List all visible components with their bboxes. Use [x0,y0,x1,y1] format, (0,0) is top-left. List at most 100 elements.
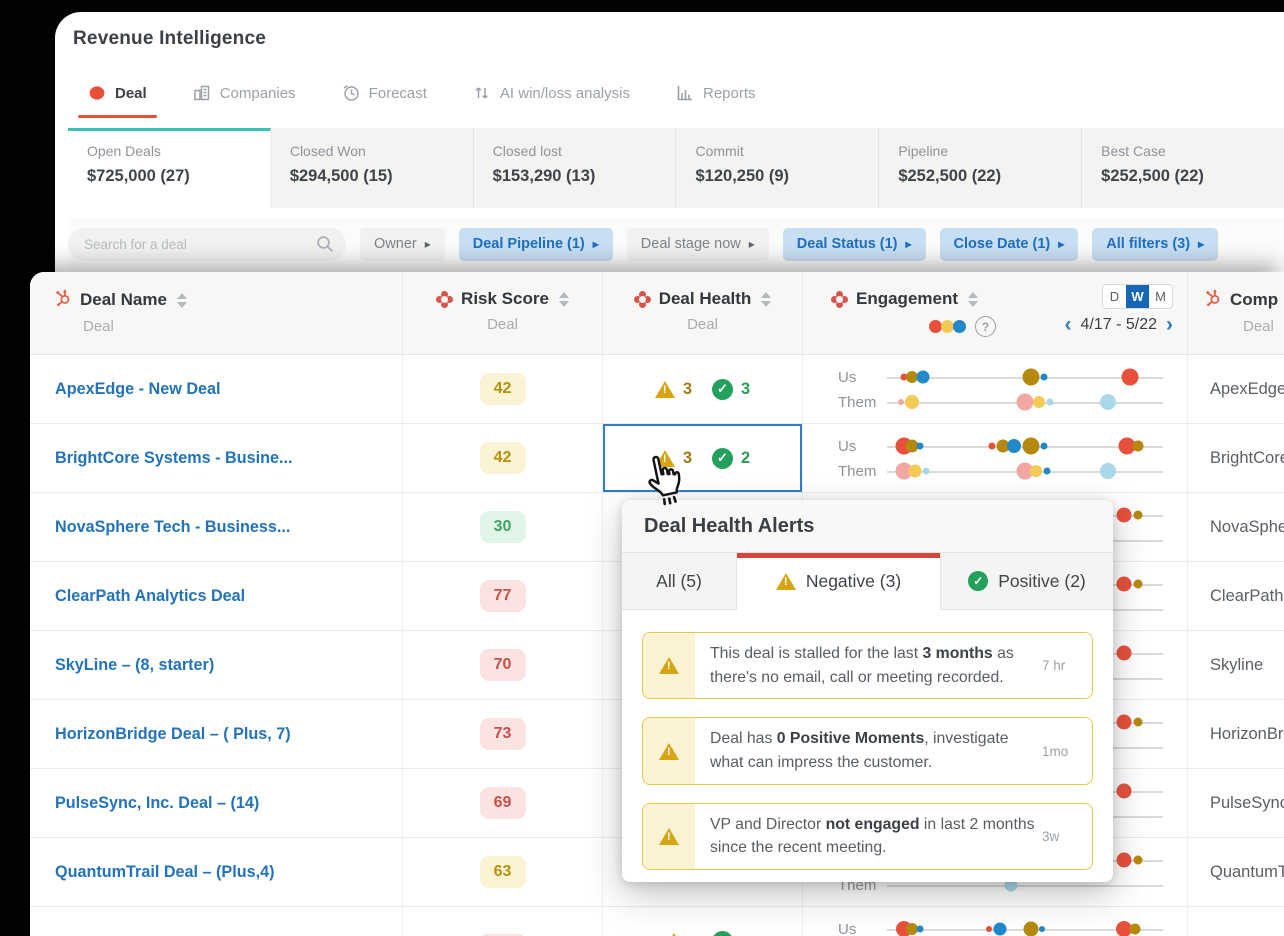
deal-health-cell[interactable]: 3 ✓ 3 [603,355,803,423]
summary-card-closed-won[interactable]: Closed Won $294,500 (15) [270,128,474,208]
summary-card-closed-lost[interactable]: Closed lost $153,290 (13) [473,128,677,208]
search-input[interactable] [68,227,346,261]
tab-forecast[interactable]: Forecast [342,84,427,104]
popup-tabs: All (5) Negative (3) ✓ Positive (2) [622,553,1113,610]
summary-card-best-case[interactable]: Best Case $252,500 (22) [1082,128,1284,208]
date-range-nav: ‹ 4/17 - 5/22 › [1065,314,1174,335]
deal-name-link[interactable]: QuantumTrail Deal – (Plus,4) [55,863,275,882]
warning-icon [659,827,679,845]
summary-card-open-deals[interactable]: Open Deals $725,000 (27) [68,128,271,208]
alert-message-text: Deal has [710,730,777,748]
gong-icon [831,291,848,308]
alert-message-highlight: not engaged [825,815,920,833]
alert-message-highlight: 0 Positive Moments [776,730,925,748]
deal-name-cell [30,907,403,936]
company-cell: QuantumTrail [1210,862,1284,881]
sort-toggle[interactable] [968,291,979,307]
popup-tab-all-5[interactable]: All (5) [622,553,737,609]
engagement-dot [904,395,919,409]
engagement-dot [1040,442,1048,450]
deal-health-cell[interactable]: 3 ✓ 2 [603,424,803,492]
chevron-right-icon[interactable]: › [1166,314,1173,335]
filter-chip-label: Deal Pipeline (1) [472,236,585,252]
engagement-dot [1121,368,1139,386]
engagement-dot [988,442,996,450]
summary-card-label: Pipeline [898,143,949,159]
risk-score-cell: 69 [403,769,603,837]
deal-name-link[interactable]: NovaSphere Tech - Business... [55,518,290,537]
summary-card-pipeline[interactable]: Pipeline $252,500 (22) [879,128,1083,208]
tab-label: Deal [115,84,147,102]
filter-chip-deal-status-1[interactable]: Deal Status (1) ▸ [782,227,926,261]
engagement-dot [993,922,1007,936]
column-label: Deal Name [80,290,167,309]
filter-chip-deal-stage-now[interactable]: Deal stage now ▸ [626,227,769,261]
chevron-right-icon: ▸ [424,237,431,251]
engagement-them-row: Them [838,391,1163,413]
risk-score-badge: 30 [479,511,526,543]
alert-message: Deal has 0 Positive Moments, investigate… [695,718,1042,783]
table-row: ✓ UsThem [30,907,1284,936]
filter-chip-owner[interactable]: Owner ▸ [360,227,445,261]
filter-chip-label: Deal stage now [640,236,741,252]
engagement-cell: UsThem [803,907,1188,936]
deal-name-link[interactable]: PulseSync, Inc. Deal – (14) [55,794,259,813]
engagement-dot [1099,463,1116,479]
filter-chip-deal-pipeline-1[interactable]: Deal Pipeline (1) ▸ [458,227,613,261]
summary-card-label: Open Deals [87,143,161,159]
engagement-dot [1133,855,1143,865]
summary-card-commit[interactable]: Commit $120,250 (9) [676,128,880,208]
tab-ai-winloss[interactable]: AI win/loss analysis [473,84,630,104]
popup-tab-label: Negative (3) [805,571,902,591]
search-wrap [68,227,346,261]
sort-toggle[interactable] [558,291,569,307]
filter-chip-label: All filters (3) [1106,236,1191,252]
engagement-timeline [887,391,1163,413]
deal-name-link[interactable]: ClearPath Analytics Deal [55,587,245,606]
check-icon: ✓ [712,378,733,400]
chevron-left-icon[interactable]: ‹ [1065,314,1072,335]
deal-name-link[interactable]: BrightCore Systems - Busine... [55,449,292,468]
popup-tab-negative-3[interactable]: Negative (3) [737,553,941,610]
risk-score-cell: 73 [403,700,603,768]
period-toggle-month[interactable]: M [1149,285,1172,308]
engagement-controls: D W M ‹ 4/17 - 5/22 › [1065,284,1174,335]
filter-chip-close-date-1[interactable]: Close Date (1) ▸ [939,227,1079,261]
column-source: Deal [487,316,518,333]
engagement-dot [908,464,922,478]
tab-label: Reports [702,84,756,102]
engagement-dot [1133,579,1143,589]
column-source: Deal [687,316,718,333]
risk-score-cell: 77 [403,562,603,630]
period-toggle-day[interactable]: D [1103,285,1126,308]
tab-companies[interactable]: Companies [193,84,296,104]
hubspot-icon [55,289,72,311]
filter-chip-all-filters-3[interactable]: All filters (3) ▸ [1092,227,1219,261]
deal-health-cell[interactable]: ✓ [603,907,803,936]
tab-deal[interactable]: Deal [78,84,157,118]
companies-icon [193,84,211,102]
warning-icon [659,657,679,675]
deal-name-link[interactable]: ApexEdge - New Deal [55,380,221,399]
sort-toggle[interactable] [176,292,187,308]
sort-toggle[interactable] [761,291,772,307]
popup-tab-positive-2[interactable]: ✓ Positive (2) [941,553,1113,609]
engagement-cell: UsThem [803,355,1188,423]
deal-name-link[interactable]: SkyLine – (8, starter) [55,656,214,675]
engagement-us-row: Us [838,918,1163,936]
chevron-right-icon: ▸ [1198,237,1205,251]
deal-name-link[interactable]: HorizonBridge Deal – ( Plus, 7) [55,725,291,744]
engagement-dot [1030,465,1043,477]
company-cell: NovaSphere [1210,517,1284,536]
forecast-icon [342,84,360,102]
period-toggle-week[interactable]: W [1126,285,1149,308]
popup-tab-label: Positive (2) [998,570,1086,591]
company-cell: Skyline [1210,655,1264,674]
help-icon[interactable]: ? [975,316,996,337]
tab-reports[interactable]: Reports [676,84,756,104]
risk-score-cell: 63 [403,838,603,906]
alert-message-text: This deal is stalled for the last [710,645,923,662]
engagement-dot [1022,368,1040,386]
engagement-timeline [887,435,1163,457]
column-label: Deal Health [658,289,752,308]
